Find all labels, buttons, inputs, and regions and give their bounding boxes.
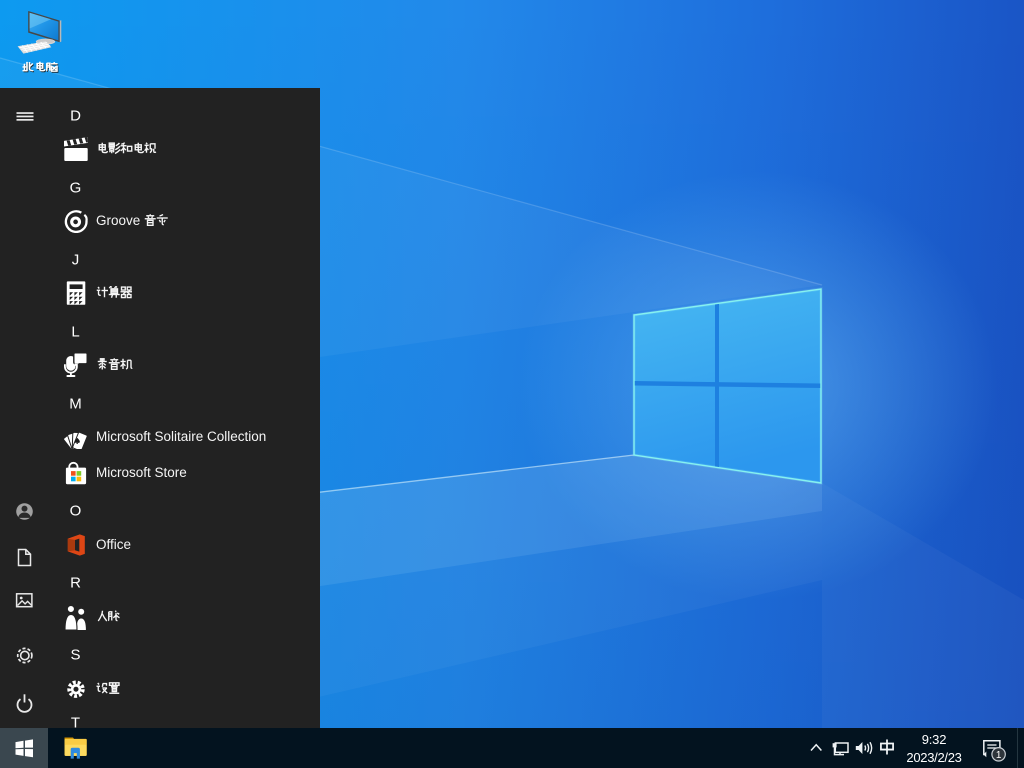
svg-text:1: 1 <box>996 750 1002 761</box>
